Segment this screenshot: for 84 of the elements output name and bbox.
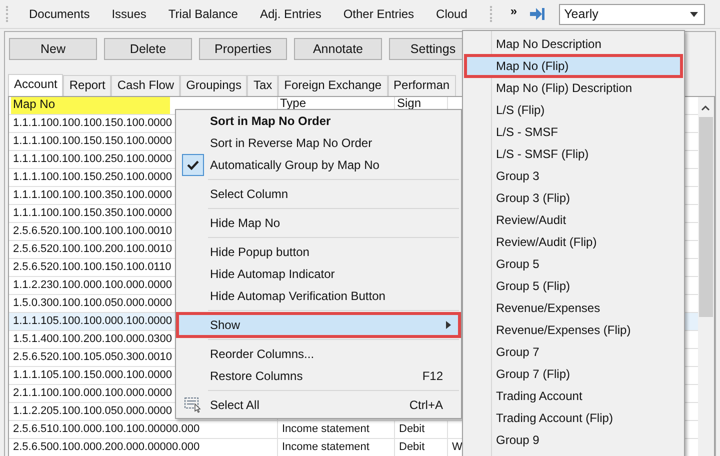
menu-item[interactable]: Group 5 (Flip) bbox=[465, 275, 682, 297]
menu-item[interactable]: L/S - SMSF (Flip) bbox=[465, 143, 682, 165]
period-dropdown[interactable]: Yearly bbox=[559, 4, 706, 24]
table-cell: 1.1.1.105.100.100.000.100.0000 bbox=[13, 315, 172, 327]
table-cell: 1.1.1.100.100.150.350.100.0000 bbox=[13, 207, 172, 219]
checkmark-icon bbox=[182, 154, 204, 176]
scroll-up-icon[interactable] bbox=[701, 105, 710, 111]
toolbar-item[interactable]: Adj. Entries bbox=[248, 7, 332, 21]
toolbar-item[interactable]: Other Entries bbox=[332, 7, 426, 21]
table-cell: 1.1.1.100.100.150.250.100.0000 bbox=[13, 171, 172, 183]
toolbar-button[interactable]: Properties bbox=[199, 38, 287, 60]
table-cell: 1.1.1.100.100.100.350.100.0000 bbox=[13, 189, 172, 201]
table-cell: 1.1.2.205.100.100.050.000.0000 bbox=[13, 405, 172, 417]
table-cell: 1.1.1.100.100.100.250.100.0000 bbox=[13, 153, 172, 165]
tab[interactable]: Account bbox=[8, 74, 64, 96]
menu-item[interactable]: Trading Account (Flip) bbox=[465, 407, 682, 429]
tab[interactable]: Foreign Exchange bbox=[278, 75, 388, 96]
table-cell: Debit bbox=[399, 423, 425, 435]
menu-item[interactable]: Group 9 bbox=[465, 429, 682, 451]
menu-item[interactable]: Revenue/Expenses bbox=[465, 297, 682, 319]
select-all-icon bbox=[184, 397, 202, 413]
menu-item[interactable]: Sort in Reverse Map No Order bbox=[178, 132, 459, 154]
table-cell: 1.1.1.100.100.100.150.100.0000 bbox=[13, 117, 172, 129]
caret-icon bbox=[690, 12, 698, 16]
menu-item[interactable]: Hide Popup button bbox=[178, 241, 459, 263]
menu-item[interactable]: Restore Columns F12 bbox=[178, 365, 459, 387]
tab[interactable]: Groupings bbox=[180, 75, 248, 96]
menu-item[interactable]: Select Column bbox=[178, 183, 459, 205]
menu-item[interactable]: Review/Audit (Flip) bbox=[465, 231, 682, 253]
table-cell: 2.5.6.520.100.100.150.100.0110 bbox=[13, 261, 172, 273]
toolbar-item[interactable]: Documents bbox=[18, 7, 101, 21]
menu-item[interactable]: L/S (Flip) bbox=[465, 99, 682, 121]
menu-item[interactable]: Review/Audit bbox=[465, 209, 682, 231]
menu-item[interactable]: Select All Ctrl+A bbox=[178, 394, 459, 416]
table-cell: 2.1.1.100.100.000.100.000.0000 bbox=[13, 387, 172, 399]
column-header[interactable]: Map No bbox=[11, 97, 170, 114]
table-cell: 2.5.6.520.100.100.100.100.0010 bbox=[13, 225, 172, 237]
menu-item[interactable]: L/S - SMSF bbox=[465, 121, 682, 143]
scrollbar[interactable] bbox=[698, 97, 714, 456]
tab[interactable]: Tax bbox=[247, 75, 278, 96]
tab[interactable]: Performan bbox=[388, 75, 456, 96]
menu-item[interactable]: Group 7 bbox=[465, 341, 682, 363]
menu-item[interactable]: Show bbox=[178, 314, 459, 336]
table-cell: 2.5.6.500.100.000.200.000.00000.000 bbox=[13, 441, 200, 453]
table-cell: 1.5.1.400.100.200.100.000.0300 bbox=[13, 333, 172, 345]
table-cell: 2.5.6.510.100.000.100.100.00000.000 bbox=[13, 423, 200, 435]
toolbar-button[interactable]: New bbox=[9, 38, 97, 60]
menu-item[interactable]: Group 3 bbox=[465, 165, 682, 187]
column-header[interactable]: Type bbox=[280, 97, 306, 110]
menu-item[interactable]: Group 5 bbox=[465, 253, 682, 275]
menu-item[interactable]: Reorder Columns... bbox=[178, 343, 459, 365]
toolbar-item[interactable]: Cloud bbox=[425, 7, 478, 21]
submenu-arrow-icon bbox=[446, 321, 451, 329]
toolbar-item[interactable]: Issues bbox=[100, 7, 158, 21]
arrow-to-bar-icon[interactable] bbox=[529, 7, 546, 21]
menu-item[interactable]: Group 7 (Flip) bbox=[465, 363, 682, 385]
table-cell: 1.1.1.105.100.150.000.100.0000 bbox=[13, 369, 172, 381]
menu-item[interactable]: Map No (Flip) bbox=[465, 55, 682, 77]
table-cell: 1.5.0.300.100.100.050.000.0000 bbox=[13, 297, 172, 309]
scroll-thumb[interactable] bbox=[699, 117, 713, 317]
table-cell: Debit bbox=[399, 441, 425, 453]
table-cell: 1.1.1.100.100.150.150.100.0000 bbox=[13, 135, 172, 147]
table-cell: Income statement bbox=[282, 423, 370, 435]
tab[interactable]: Cash Flow bbox=[111, 75, 180, 96]
overflow-chevron[interactable]: » bbox=[510, 4, 518, 18]
table-cell: 1.1.2.230.100.000.100.000.0000 bbox=[13, 279, 172, 291]
menu-item[interactable]: Hide Automap Verification Button bbox=[178, 285, 459, 307]
menu-item[interactable]: Sort in Map No Order bbox=[178, 110, 459, 132]
menu-item[interactable]: Map No (Flip) Description bbox=[465, 77, 682, 99]
toolbar-button[interactable]: Delete bbox=[104, 38, 192, 60]
menu-item[interactable]: Group 3 (Flip) bbox=[465, 187, 682, 209]
column-header[interactable]: Sign bbox=[397, 97, 422, 110]
table-cell: W bbox=[452, 441, 462, 453]
menu-item[interactable]: Hide Map No bbox=[178, 212, 459, 234]
table-cell: 2.5.6.520.100.105.050.300.0010 bbox=[13, 351, 172, 363]
menu-item[interactable]: Trading Account bbox=[465, 385, 682, 407]
toolbar-button[interactable]: Annotate bbox=[294, 38, 382, 60]
table-cell: Income statement bbox=[282, 441, 370, 453]
menu-item[interactable]: Hide Automap Indicator bbox=[178, 263, 459, 285]
tab[interactable]: Report bbox=[63, 75, 112, 96]
menu-item[interactable]: Automatically Group by Map No bbox=[178, 154, 459, 176]
menu-item[interactable]: Revenue/Expenses (Flip) bbox=[465, 319, 682, 341]
toolbar-item[interactable]: Trial Balance bbox=[157, 7, 249, 21]
table-cell: 2.5.6.520.100.100.200.100.0010 bbox=[13, 243, 172, 255]
